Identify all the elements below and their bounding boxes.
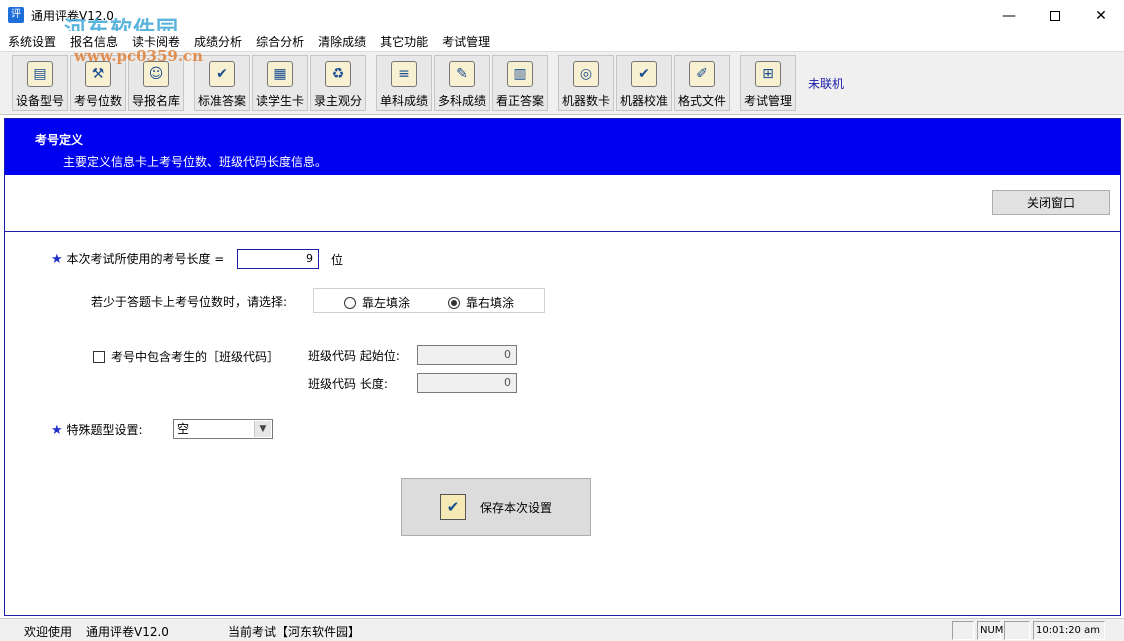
special-type-row: ★ 特殊题型设置: — [51, 421, 143, 438]
document-icon: ≡ — [391, 61, 417, 87]
maximize-button[interactable] — [1032, 0, 1078, 31]
menu-exam-management[interactable]: 考试管理 — [442, 31, 496, 51]
fill-right-radio[interactable]: 靠右填涂 — [448, 294, 514, 311]
app-icon: 评 — [8, 7, 24, 23]
panel-description: 主要定义信息卡上考号位数、班级代码长度信息。 — [63, 155, 328, 169]
tool-label: 标准答案 — [197, 94, 246, 108]
format-file-button[interactable]: ✐ 格式文件 — [674, 55, 730, 111]
device-model-button[interactable]: ▤ 设备型号 — [12, 55, 68, 111]
exam-length-row: ★ 本次考试所使用的考号长度 = — [51, 250, 224, 267]
tool-label: 设备型号 — [15, 94, 64, 108]
film-reel-icon: ◎ — [573, 61, 599, 87]
multi-subject-score-button[interactable]: ✎ 多科成绩 — [434, 55, 490, 111]
notebook-icon: ▥ — [507, 61, 533, 87]
windows-icon: ⊞ — [755, 61, 781, 87]
class-start-label: 班级代码 起始位: — [308, 349, 400, 363]
watermark-url: www.pc0359.cn — [74, 47, 204, 65]
radio-circle-icon — [344, 296, 356, 309]
status-bar: 欢迎使用 通用评卷V12.0 当前考试【河东软件园】 NUM 10:01:20 … — [0, 618, 1124, 641]
machine-calibration-button[interactable]: ✔ 机器校准 — [616, 55, 672, 111]
pen-icon: ✐ — [689, 61, 715, 87]
recycle-icon: ♻ — [325, 61, 351, 87]
card-reader-icon: ▦ — [267, 61, 293, 87]
menu-system-settings[interactable]: 系统设置 — [8, 31, 62, 51]
status-current-exam: 当前考试【河东软件园】 — [228, 625, 361, 639]
toolbar: ▤ 设备型号 ⚒ 考号位数 ☺ 导报名库 ✔ 标准答案 ▦ 读学生卡 ♻ 录主观… — [0, 47, 1124, 115]
minimize-button[interactable]: — — [986, 0, 1032, 31]
device-icon: ▤ — [27, 61, 53, 87]
tool-label: 录主观分 — [313, 94, 362, 108]
status-time: 10:01:20 am — [1033, 621, 1105, 640]
status-num-cell: NUM — [977, 621, 1003, 640]
save-settings-button[interactable]: ✔ 保存本次设置 — [401, 478, 591, 536]
class-start-input[interactable]: 0 — [417, 345, 517, 365]
radio-selected-icon — [448, 296, 460, 309]
checkmark-icon: ✔ — [439, 494, 466, 520]
tool-label: 读学生卡 — [255, 94, 304, 108]
status-app-name: 通用评卷V12.0 — [86, 625, 169, 639]
special-type-value: 空 — [177, 422, 190, 436]
chevron-down-icon[interactable]: ▼ — [254, 421, 271, 437]
panel-title: 考号定义 — [35, 133, 84, 147]
fill-right-label: 靠右填涂 — [466, 296, 515, 310]
checkmark-icon: ✔ — [631, 61, 657, 87]
divider — [5, 231, 1120, 232]
class-length-input[interactable]: 0 — [417, 373, 517, 393]
special-type-label: 特殊题型设置: — [66, 423, 143, 437]
menu-other-functions[interactable]: 其它功能 — [380, 31, 434, 51]
status-welcome: 欢迎使用 — [24, 625, 73, 639]
fill-prompt: 若少于答题卡上考号位数时，请选择: — [91, 295, 288, 309]
class-length-label: 班级代码 长度: — [308, 377, 388, 391]
tool-label: 考试管理 — [743, 94, 792, 108]
read-student-card-button[interactable]: ▦ 读学生卡 — [252, 55, 308, 111]
tool-label: 多科成绩 — [437, 94, 486, 108]
machine-count-cards-button[interactable]: ◎ 机器数卡 — [558, 55, 614, 111]
checkbox-box-icon — [93, 350, 105, 363]
class-code-checkbox[interactable]: 考号中包含考生的［班级代码］ — [93, 348, 279, 365]
fill-direction-group: 靠左填涂 靠右填涂 — [313, 288, 545, 313]
star-icon: ★ — [51, 423, 63, 438]
tool-label: 导报名库 — [131, 94, 180, 108]
exam-number-definition-panel: 考号定义 主要定义信息卡上考号位数、班级代码长度信息。 关闭窗口 ★ 本次考试所… — [4, 118, 1121, 616]
view-correct-answer-button[interactable]: ▥ 看正答案 — [492, 55, 548, 111]
edit-icon: ✎ — [449, 61, 475, 87]
exam-length-unit: 位 — [331, 253, 344, 267]
class-code-label: 考号中包含考生的［班级代码］ — [111, 350, 280, 364]
menu-comprehensive-analysis[interactable]: 综合分析 — [256, 31, 310, 51]
tool-label: 格式文件 — [677, 94, 726, 108]
exam-length-label: 本次考试所使用的考号长度 = — [66, 252, 225, 266]
close-window-button[interactable]: 关闭窗口 — [992, 190, 1110, 215]
tool-label: 看正答案 — [495, 94, 544, 108]
enter-subjective-score-button[interactable]: ♻ 录主观分 — [310, 55, 366, 111]
exam-management-button[interactable]: ⊞ 考试管理 — [740, 55, 796, 111]
menu-clear-scores[interactable]: 清除成绩 — [318, 31, 372, 51]
save-settings-label: 保存本次设置 — [479, 500, 552, 515]
special-type-select[interactable]: 空 ▼ — [173, 419, 273, 439]
tool-label: 机器数卡 — [561, 94, 610, 108]
title-bar: 评 通用评卷V12.0 河东软件园 — ✕ — [0, 0, 1124, 43]
tool-label: 考号位数 — [73, 94, 122, 108]
exam-length-input[interactable]: 9 — [237, 249, 319, 269]
star-icon: ★ — [51, 252, 63, 267]
connection-status: 未联机 — [808, 77, 845, 91]
panel-header: 考号定义 主要定义信息卡上考号位数、班级代码长度信息。 — [5, 119, 1120, 175]
tool-label: 机器校准 — [619, 94, 668, 108]
maximize-icon — [1050, 10, 1060, 21]
status-caps-cell — [952, 621, 974, 640]
status-scroll-cell — [1004, 621, 1030, 640]
fill-left-label: 靠左填涂 — [362, 296, 411, 310]
single-subject-score-button[interactable]: ≡ 单科成绩 — [376, 55, 432, 111]
close-button[interactable]: ✕ — [1078, 0, 1124, 31]
checkmark-icon: ✔ — [209, 61, 235, 87]
tool-label: 单科成绩 — [379, 94, 428, 108]
fill-left-radio[interactable]: 靠左填涂 — [344, 294, 410, 311]
